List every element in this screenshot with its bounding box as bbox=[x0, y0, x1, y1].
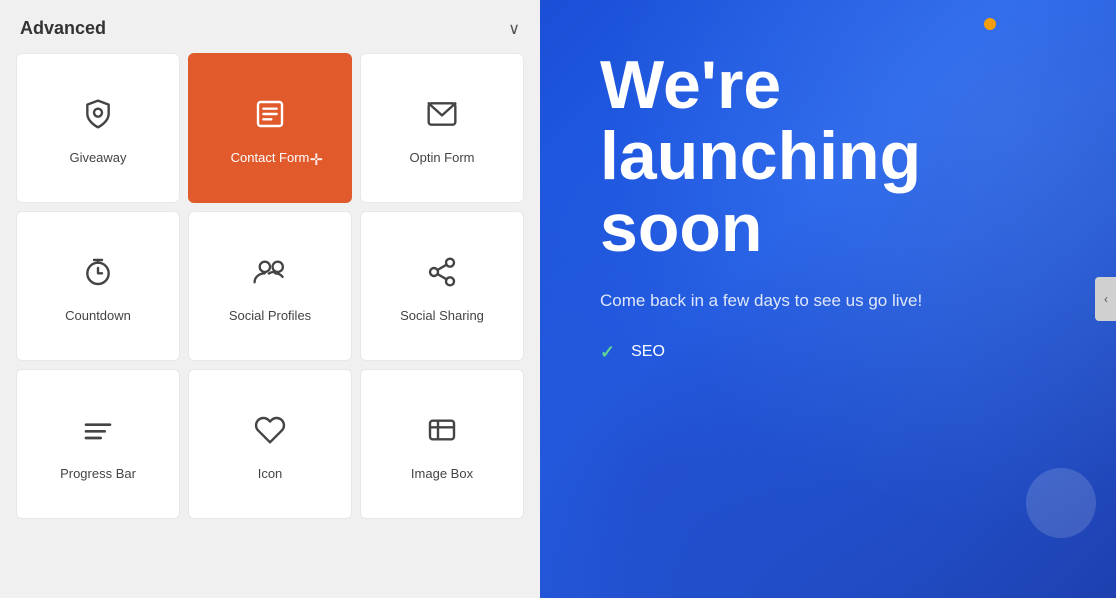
optin-form-icon bbox=[426, 98, 458, 136]
widget-contact-form[interactable]: Contact Form ✛ bbox=[188, 53, 352, 203]
social-sharing-icon bbox=[426, 256, 458, 294]
widgets-grid: Giveaway Contact Form ✛ bbox=[0, 53, 540, 527]
widget-countdown[interactable]: Countdown bbox=[16, 211, 180, 361]
widget-optin-form[interactable]: Optin Form bbox=[360, 53, 524, 203]
optin-form-label: Optin Form bbox=[409, 150, 474, 165]
social-sharing-label: Social Sharing bbox=[400, 308, 484, 323]
image-box-icon bbox=[426, 414, 458, 452]
check-icon-seo: ✓ bbox=[600, 342, 615, 363]
countdown-label: Countdown bbox=[65, 308, 131, 323]
social-profiles-icon bbox=[252, 256, 288, 294]
preview-heading: We're launching soon bbox=[600, 50, 1066, 264]
widget-giveaway[interactable]: Giveaway bbox=[16, 53, 180, 203]
widget-icon[interactable]: Icon bbox=[188, 369, 352, 519]
icon-widget-icon bbox=[254, 414, 286, 452]
social-profiles-label: Social Profiles bbox=[229, 308, 311, 323]
progress-bar-icon bbox=[82, 414, 114, 452]
preview-subtext: Come back in a few days to see us go liv… bbox=[600, 288, 960, 314]
orange-dot-decoration bbox=[984, 18, 996, 30]
countdown-icon bbox=[82, 256, 114, 294]
left-panel: Advanced ∨ Giveaway bbox=[0, 0, 540, 598]
image-box-label: Image Box bbox=[411, 466, 473, 481]
widget-social-sharing[interactable]: Social Sharing bbox=[360, 211, 524, 361]
widget-image-box[interactable]: Image Box bbox=[360, 369, 524, 519]
progress-bar-label: Progress Bar bbox=[60, 466, 136, 481]
panel-chevron-icon[interactable]: ∨ bbox=[508, 19, 520, 39]
giveaway-label: Giveaway bbox=[69, 150, 126, 165]
giveaway-icon bbox=[82, 98, 114, 136]
circle-decoration bbox=[1026, 468, 1096, 538]
move-cursor-icon: ✛ bbox=[310, 150, 323, 170]
contact-form-icon bbox=[254, 98, 286, 136]
widget-progress-bar[interactable]: Progress Bar bbox=[16, 369, 180, 519]
panel-title: Advanced bbox=[20, 18, 106, 39]
preview-checklist: ✓ SEO bbox=[600, 342, 1066, 373]
widget-social-profiles[interactable]: Social Profiles bbox=[188, 211, 352, 361]
icon-label: Icon bbox=[258, 466, 283, 481]
checklist-label-seo: SEO bbox=[631, 343, 665, 361]
checklist-item-seo: ✓ SEO bbox=[600, 342, 1066, 363]
preview-panel: We're launching soon Come back in a few … bbox=[540, 0, 1116, 598]
contact-form-label: Contact Form bbox=[231, 150, 310, 165]
panel-header: Advanced ∨ bbox=[0, 0, 540, 53]
